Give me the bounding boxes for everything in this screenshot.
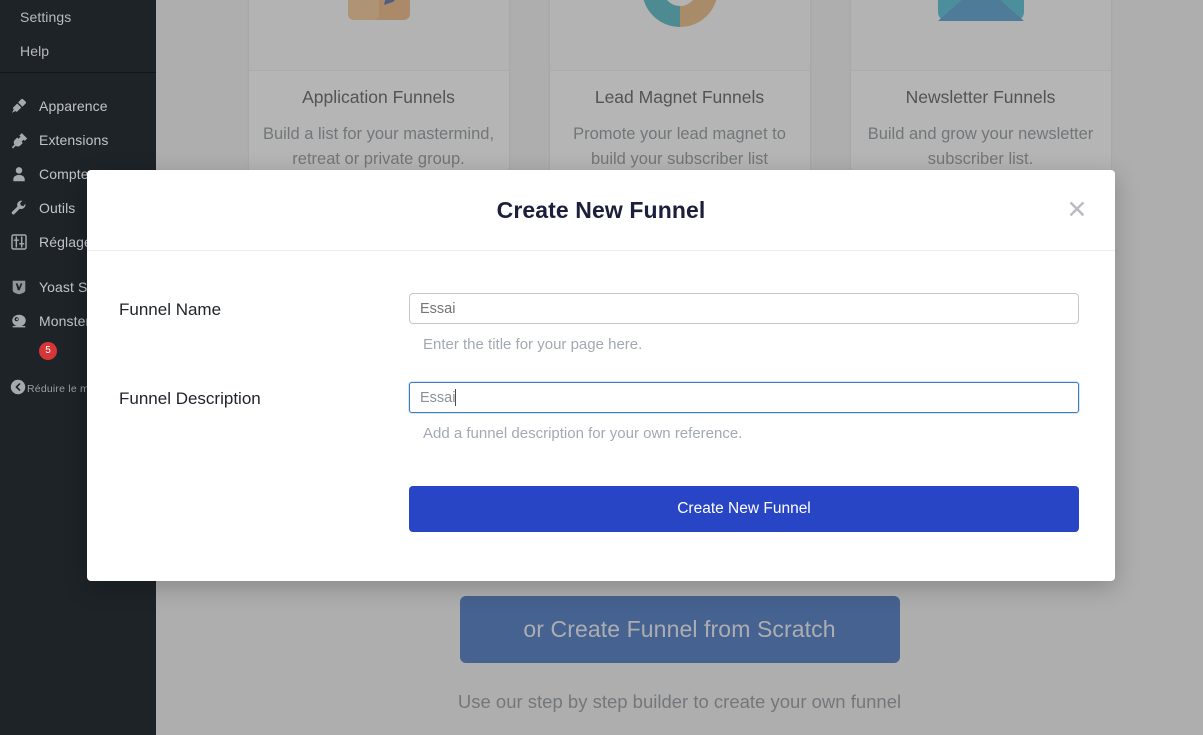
paintbrush-icon bbox=[9, 96, 29, 116]
sidebar-item-label: Outils bbox=[39, 200, 76, 216]
funnel-name-field-row: Funnel Name Enter the title for your pag… bbox=[119, 293, 1083, 353]
sidebar-top-group: Settings Help bbox=[0, 0, 156, 68]
close-icon[interactable]: ✕ bbox=[1063, 196, 1091, 224]
modal-body: Funnel Name Enter the title for your pag… bbox=[87, 251, 1115, 442]
sidebar-item-settings[interactable]: Settings bbox=[0, 0, 156, 34]
modal-header: Create New Funnel ✕ bbox=[87, 170, 1115, 251]
funnel-description-label: Funnel Description bbox=[119, 389, 261, 408]
funnel-name-hint: Enter the title for your page here. bbox=[423, 336, 643, 353]
user-icon bbox=[9, 164, 29, 184]
funnel-description-input[interactable]: Essai bbox=[409, 382, 1079, 413]
yoast-icon bbox=[9, 277, 29, 297]
funnel-description-control: Essai Add a funnel description for your … bbox=[409, 382, 1079, 442]
submit-spacer bbox=[119, 486, 409, 532]
plug-icon bbox=[9, 130, 29, 150]
sidebar-divider bbox=[0, 72, 156, 73]
create-funnel-modal: Create New Funnel ✕ Funnel Name Enter th… bbox=[87, 170, 1115, 581]
sidebar-item-label: Help bbox=[20, 43, 50, 59]
sidebar-item-label: Extensions bbox=[39, 132, 109, 148]
sidebar-item-label: Settings bbox=[20, 9, 72, 25]
collapse-arrow-icon bbox=[9, 378, 27, 401]
admin-page: Application Funnels Build a list for you… bbox=[0, 0, 1203, 735]
sidebar-collapse-label: Réduire le m bbox=[27, 383, 89, 395]
modal-footer: Create New Funnel bbox=[87, 471, 1115, 532]
funnel-name-control: Enter the title for your page here. bbox=[409, 293, 1079, 353]
funnel-description-value: Essai bbox=[420, 389, 456, 406]
sidebar-item-help[interactable]: Help bbox=[0, 34, 156, 68]
funnel-description-field-row: Funnel Description Essai Add a funnel de… bbox=[119, 382, 1083, 442]
funnel-name-label: Funnel Name bbox=[119, 300, 222, 319]
wrench-icon bbox=[9, 198, 29, 218]
sliders-icon bbox=[9, 232, 29, 252]
sidebar-item-label: Apparence bbox=[39, 98, 108, 114]
funnel-description-hint: Add a funnel description for your own re… bbox=[423, 425, 743, 442]
notification-badge: 5 bbox=[39, 342, 57, 360]
funnel-name-input[interactable] bbox=[409, 293, 1079, 324]
text-cursor bbox=[455, 389, 457, 406]
sidebar-item-apparence[interactable]: Apparence bbox=[0, 89, 156, 123]
create-new-funnel-submit-button[interactable]: Create New Funnel bbox=[409, 486, 1079, 532]
sidebar-item-extensions[interactable]: Extensions bbox=[0, 123, 156, 157]
sidebar-item-label: Monster bbox=[39, 313, 91, 329]
monsterinsights-icon bbox=[9, 311, 29, 331]
modal-title: Create New Funnel bbox=[496, 196, 706, 223]
